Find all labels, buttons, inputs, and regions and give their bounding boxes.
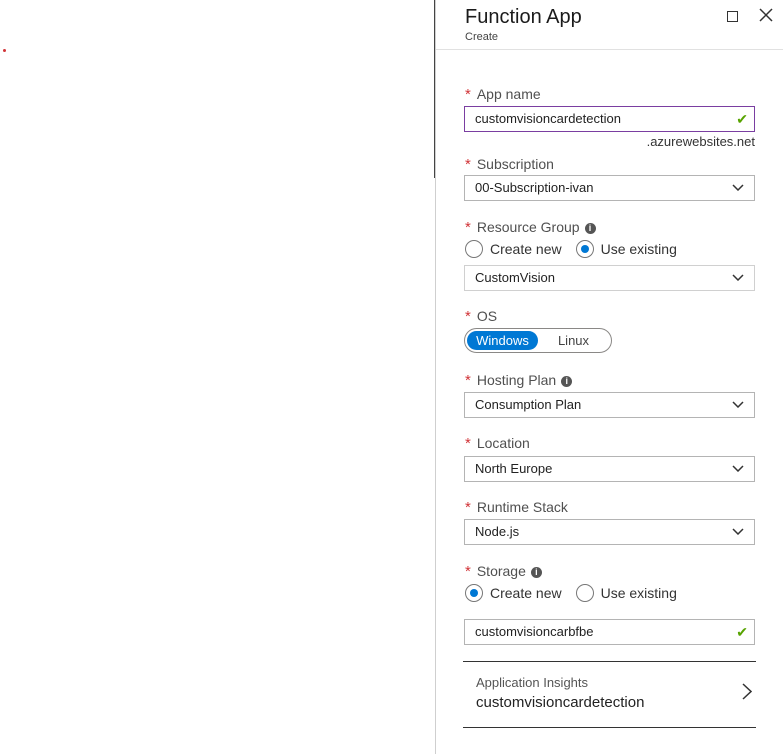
info-icon[interactable]: i (584, 223, 596, 234)
chevron-down-icon (732, 401, 744, 408)
os-toggle[interactable]: Windows Linux (464, 328, 612, 353)
os-windows-option[interactable]: Windows (467, 331, 538, 350)
header-divider (436, 49, 783, 50)
app-insights-value[interactable]: customvisioncardetection (476, 694, 644, 711)
storage-radio-group: Create new Use existing (465, 584, 691, 602)
app-name-input[interactable]: customvisioncardetection ✔ (464, 106, 755, 132)
hosting-plan-label: * Hosting Plan i (465, 372, 573, 389)
subscription-dropdown[interactable]: 00-Subscription-ivan (464, 175, 755, 201)
close-icon[interactable] (758, 7, 774, 23)
chevron-down-icon (732, 274, 744, 281)
radio-button[interactable] (575, 584, 594, 602)
check-icon: ✔ (736, 624, 748, 640)
location-label: * Location (465, 435, 530, 452)
app-name-domain-suffix: .azurewebsites.net (646, 134, 755, 149)
app-insights-label: Application Insights (476, 675, 589, 690)
storage-label: * Storage i (465, 563, 542, 580)
resource-group-radio-group: Create new Use existing (465, 240, 691, 258)
location-dropdown[interactable]: North Europe (464, 456, 755, 482)
resource-group-create-new-option[interactable]: Create new (465, 240, 562, 258)
subscription-label: * Subscription (465, 156, 554, 173)
blade-subtitle: Create (465, 31, 499, 43)
storage-create-new-option[interactable]: Create new (465, 584, 562, 602)
storage-use-existing-option[interactable]: Use existing (575, 584, 677, 602)
maximize-icon[interactable] (727, 11, 738, 22)
chevron-down-icon (732, 465, 744, 472)
runtime-stack-dropdown[interactable]: Node.js (464, 519, 755, 545)
hosting-plan-dropdown[interactable]: Consumption Plan (464, 392, 755, 418)
chevron-down-icon (732, 528, 744, 535)
app-insights-top-divider (463, 661, 756, 662)
resource-group-dropdown[interactable]: CustomVision (464, 265, 755, 291)
resource-group-use-existing-option[interactable]: Use existing (575, 240, 677, 258)
chevron-right-icon[interactable] (742, 683, 752, 700)
os-linux-option[interactable]: Linux (538, 331, 609, 350)
info-icon[interactable]: i (561, 376, 573, 387)
app-insights-bottom-divider (463, 727, 756, 728)
resource-group-label: * Resource Group i (465, 219, 596, 236)
info-icon[interactable]: i (530, 567, 542, 578)
app-name-label: * App name (465, 86, 541, 103)
radio-button[interactable] (465, 240, 483, 258)
os-label: * OS (465, 308, 498, 325)
storage-name-input[interactable]: customvisioncarbfbe ✔ (464, 619, 755, 645)
function-app-blade: Function App Create * App name customvisi… (435, 0, 783, 754)
runtime-stack-label: * Runtime Stack (465, 499, 568, 516)
check-icon: ✔ (736, 111, 748, 127)
chevron-down-icon (732, 184, 744, 191)
radio-button-selected[interactable] (465, 584, 483, 602)
red-dot-marker (3, 49, 6, 52)
radio-button-selected[interactable] (575, 240, 594, 258)
blade-title: Function App (465, 6, 582, 28)
